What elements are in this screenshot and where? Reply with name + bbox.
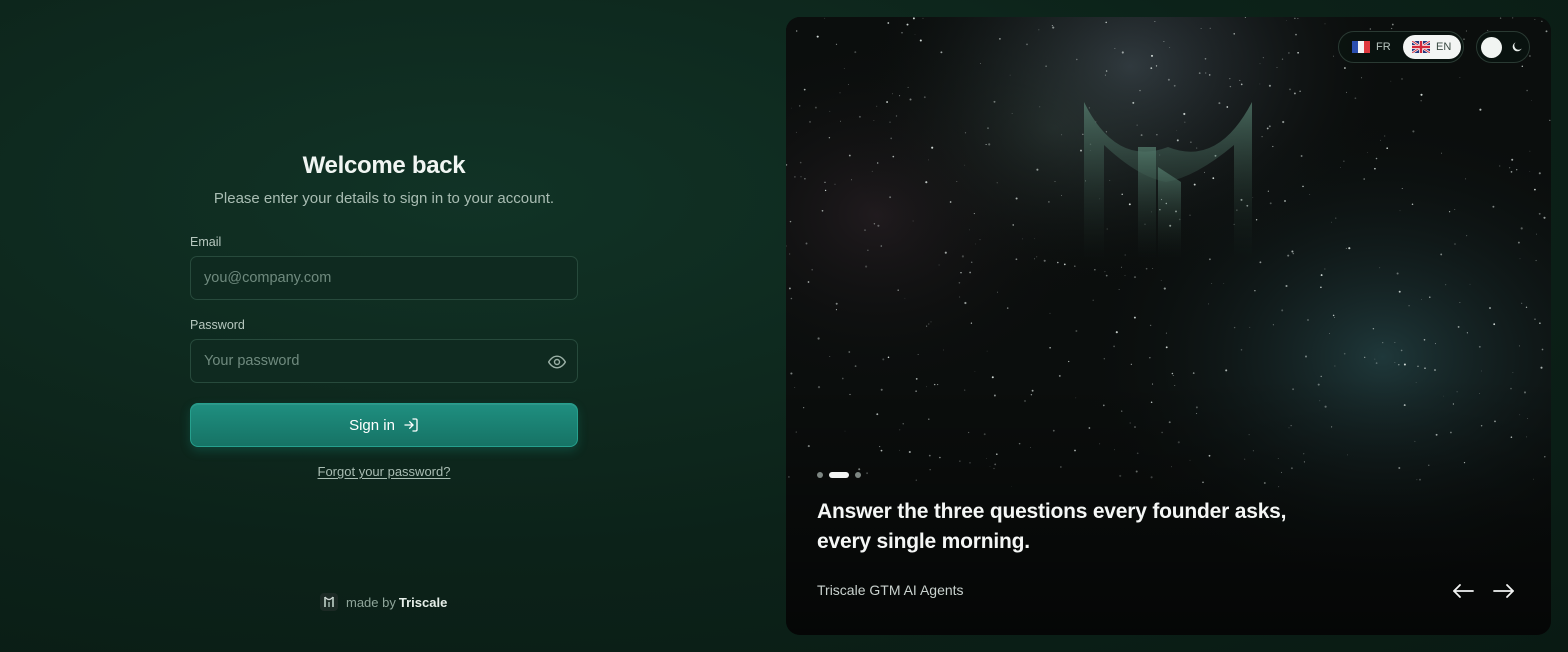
sign-in-label: Sign in (349, 416, 395, 434)
language-label-en: EN (1436, 41, 1452, 53)
page-subtitle: Please enter your details to sign in to … (213, 190, 555, 207)
password-field-wrapper (190, 339, 578, 383)
password-field[interactable] (191, 340, 577, 382)
password-label: Password (190, 318, 245, 332)
login-form: Welcome back Please enter your details t… (190, 150, 578, 479)
made-by-footer: made by Triscale (320, 592, 447, 612)
carousel-headline: Answer the three questions every founder… (817, 500, 1287, 553)
uk-flag-icon (1412, 41, 1430, 53)
carousel-dot[interactable] (855, 472, 861, 478)
theme-toggle-knob (1481, 37, 1502, 58)
france-flag-icon (1352, 41, 1370, 53)
page-title: Welcome back (302, 152, 466, 179)
sign-in-arrow-icon (404, 418, 418, 432)
email-label: Email (190, 235, 222, 249)
carousel-dot[interactable] (817, 472, 823, 478)
carousel-caption: Triscale GTM AI Agents (817, 582, 964, 598)
sign-in-button[interactable]: Sign in (190, 403, 578, 447)
arrow-right-icon[interactable] (1491, 580, 1517, 602)
brand-name: Triscale (398, 594, 448, 610)
moon-icon (1512, 42, 1522, 52)
language-label-fr: FR (1376, 41, 1391, 53)
carousel-indicators (817, 472, 861, 478)
eye-icon[interactable] (547, 352, 567, 372)
language-option-en[interactable]: EN (1403, 35, 1461, 59)
hero-panel: FR EN Answer the three questions every f… (786, 17, 1551, 635)
email-field-wrapper (190, 256, 578, 300)
language-option-fr[interactable]: FR (1343, 35, 1399, 59)
carousel-dot-active[interactable] (829, 472, 849, 478)
email-field[interactable] (191, 257, 577, 299)
triscale-logo-icon (320, 593, 338, 611)
made-by-text: made by (346, 594, 396, 610)
theme-toggle[interactable] (1476, 31, 1530, 63)
forgot-password-link[interactable]: Forgot your password? (190, 464, 578, 479)
arrow-left-icon[interactable] (1450, 580, 1476, 602)
language-switcher: FR EN (1338, 31, 1464, 63)
